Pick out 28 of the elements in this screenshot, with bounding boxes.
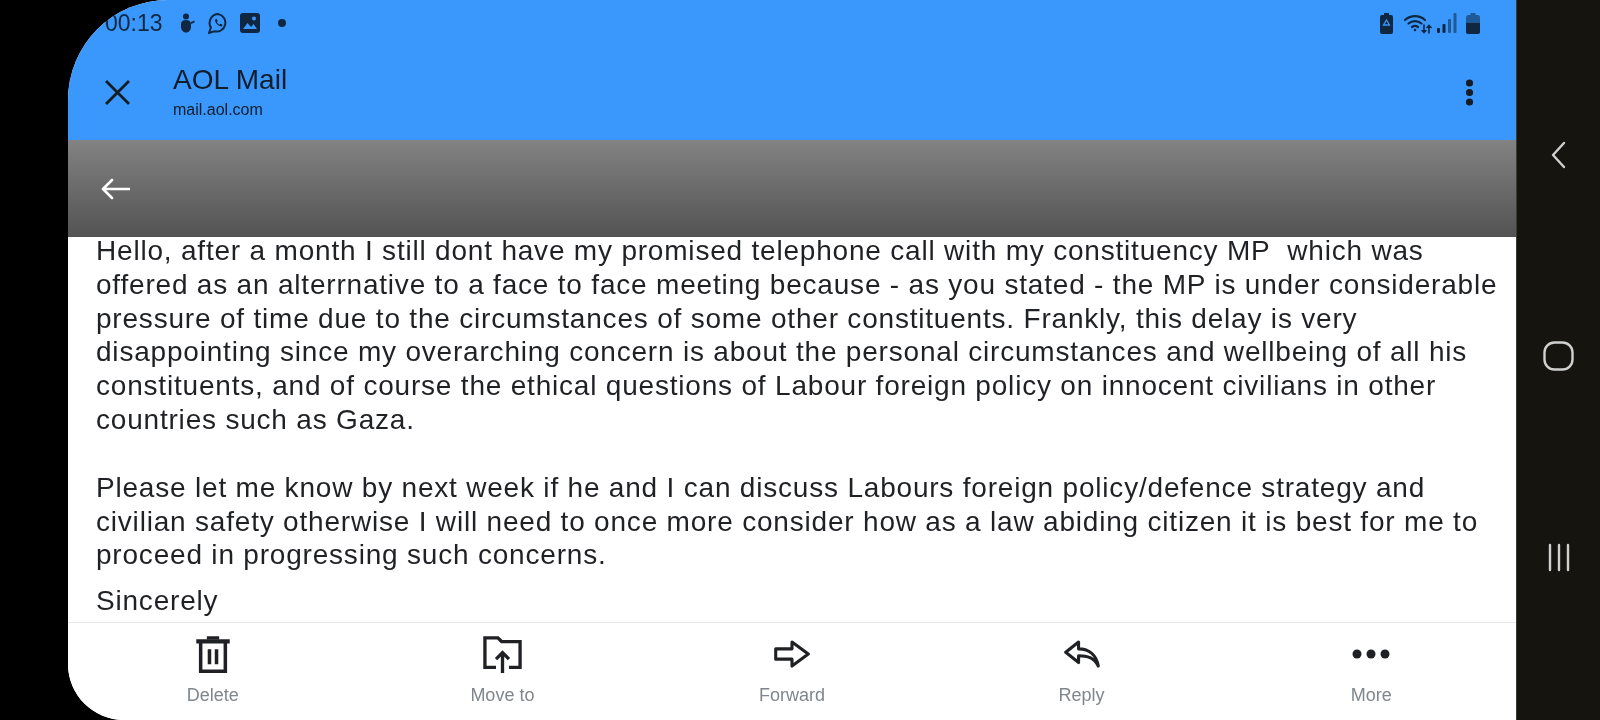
reply-arrow-icon xyxy=(1063,640,1100,668)
forward-button[interactable]: Forward xyxy=(747,623,837,720)
message-paragraph: Sincerely xyxy=(96,584,220,618)
battery-icon xyxy=(1466,12,1480,34)
move-button[interactable]: Move to xyxy=(458,623,547,720)
more-button[interactable]: More xyxy=(1338,623,1404,720)
close-icon[interactable] xyxy=(105,79,130,105)
reply-button[interactable]: Reply xyxy=(1046,623,1117,720)
battery-recycle-icon xyxy=(1380,12,1393,34)
chat-bubble-icon xyxy=(207,12,229,34)
more-dots-icon xyxy=(1352,649,1391,659)
app-title: AOL Mail xyxy=(173,63,288,97)
recent-apps-icon[interactable] xyxy=(1546,543,1571,572)
kebab-menu-icon[interactable] xyxy=(1465,78,1474,106)
wifi-icon xyxy=(1403,12,1432,34)
site-url: mail.aol.com xyxy=(173,100,264,120)
trash-icon xyxy=(194,635,231,673)
message-paragraph: Hello, after a month I still dont have my promised telephone call with my constituency MP which was offered as an alterrnative to a face to face meeting because - as you stated - the MP is under considerable pressure of time due to the circumstances of some other constituents. Frankly, this delay is very disappointing since my overarching concern is about the personal circumstances and wellbeing of all his constituents, and of course the ethical questions of Labour foreign policy on innocent civilians in other countries such as Gaza. xyxy=(96,237,1499,437)
signal-icon xyxy=(1437,13,1457,33)
dot-icon xyxy=(277,19,286,27)
delete-button[interactable]: Delete xyxy=(174,623,251,720)
message-paragraph: Please let me know by next week if he and I can discuss Labours foreign policy/defence strategy and civilian safety otherwise I will need to once more consider how as a law abiding citizen it is best for me to proceed in progressing such concerns. xyxy=(96,470,1480,573)
arrow-left-icon[interactable] xyxy=(101,177,130,200)
image-icon xyxy=(239,13,260,33)
home-icon[interactable] xyxy=(1543,341,1574,371)
chevron-left-icon[interactable] xyxy=(1551,141,1566,169)
folder-upload-icon xyxy=(482,635,522,673)
arrow-right-icon xyxy=(774,640,810,668)
